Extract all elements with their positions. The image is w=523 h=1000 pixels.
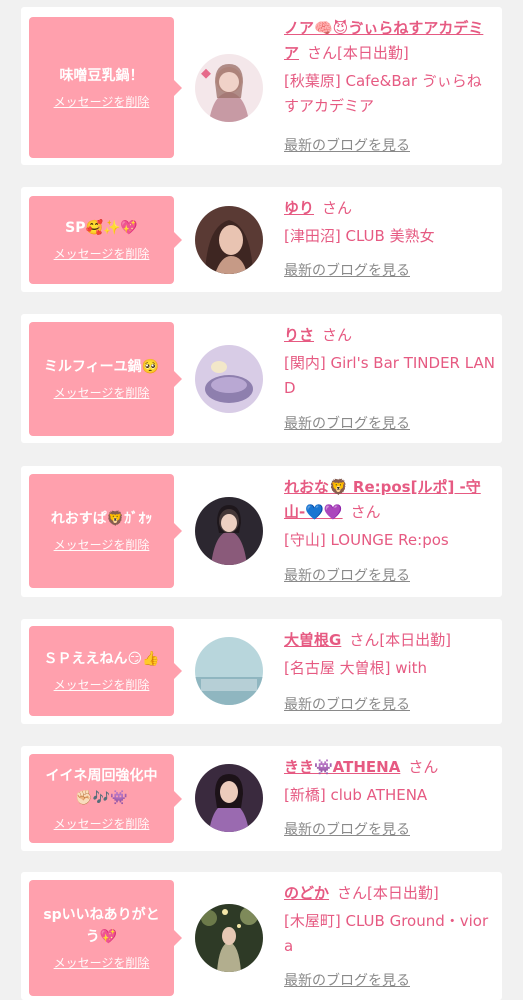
list-item: 味噌豆乳鍋！ メッセージを削除 ノア🧠😈ゔぃらねすアカデミア さん[本日出勤] [… <box>21 7 502 165</box>
avatar-photo <box>195 54 263 122</box>
delete-message-link[interactable]: メッセージを削除 <box>54 384 150 402</box>
message-bubble: れおすぱ🦁ｶﾞｵｯ メッセージを削除 <box>29 474 182 588</box>
message-text: spいいねありがとう💖 <box>43 907 160 945</box>
delete-message-link[interactable]: メッセージを削除 <box>54 93 150 111</box>
honorific: さん <box>349 631 380 649</box>
avatar-photo <box>195 764 263 832</box>
shop-name: [木屋町] CLUB Ground・viora <box>284 912 489 955</box>
list-item: イイネ周回強化中✊🏻🎶👾 メッセージを削除 きき👾ATHENA さん [新橋] c… <box>21 746 502 851</box>
cast-name-link[interactable]: きき👾ATHENA <box>284 758 400 776</box>
shop-name: [関内] Girl's Bar TINDER LAND <box>284 354 495 397</box>
message-bubble: SP🥰✨💖 メッセージを削除 <box>29 196 182 284</box>
latest-blog-link[interactable]: 最新のブログを見る <box>284 820 410 840</box>
latest-blog-link[interactable]: 最新のブログを見る <box>284 136 410 156</box>
latest-blog-link[interactable]: 最新のブログを見る <box>284 695 410 715</box>
message-bubble: イイネ周回強化中✊🏻🎶👾 メッセージを削除 <box>29 754 182 843</box>
work-status: [本日出勤] <box>379 631 452 649</box>
latest-blog-link[interactable]: 最新のブログを見る <box>284 971 410 991</box>
list-item: ＳＰええねん😏👍 メッセージを削除 大曽根G さん[本日出勤] [名古屋 大曽根]… <box>21 619 502 724</box>
list-item: れおすぱ🦁ｶﾞｵｯ メッセージを削除 れおな🦁 Re:pos[ルポ] -守山-💙… <box>21 466 502 597</box>
avatar-photo <box>195 497 263 565</box>
cast-name-link[interactable]: れおな🦁 Re:pos[ルポ] -守山-💙💜 <box>284 478 481 521</box>
cast-name-line: きき👾ATHENA さん <box>284 755 496 780</box>
avatar-photo <box>195 637 263 705</box>
cast-name-link[interactable]: 大曽根G <box>284 631 341 649</box>
delete-message-link[interactable]: メッセージを削除 <box>54 954 150 972</box>
cast-name-line: のどか さん[本日出勤] <box>284 881 496 906</box>
delete-message-link[interactable]: メッセージを削除 <box>54 536 150 554</box>
cast-name-line: れおな🦁 Re:pos[ルポ] -守山-💙💜 さん <box>284 475 496 525</box>
avatar[interactable] <box>195 637 263 705</box>
honorific: さん <box>322 326 353 344</box>
honorific: さん <box>322 199 353 217</box>
shop-name: [秋葉原] Cafe&Bar ゔぃらねすアカデミア <box>284 72 482 115</box>
avatar[interactable] <box>195 497 263 565</box>
cast-info: ノア🧠😈ゔぃらねすアカデミア さん[本日出勤] [秋葉原] Cafe&Bar ゔぃ… <box>284 16 496 119</box>
list-item: spいいねありがとう💖 メッセージを削除 のどか さん[本日出勤] [木屋町] C… <box>21 872 502 1000</box>
cast-name-link[interactable]: りさ <box>284 326 314 344</box>
cast-info: りさ さん [関内] Girl's Bar TINDER LAND <box>284 323 496 401</box>
list-item: SP🥰✨💖 メッセージを削除 ゆり さん [津田沼] CLUB 美熟女 最新のブロ… <box>21 187 502 292</box>
cast-name-link[interactable]: ゆり <box>284 199 314 217</box>
honorific: さん <box>337 884 368 902</box>
shop-name: [新橋] club ATHENA <box>284 786 428 804</box>
cast-name-line: ノア🧠😈ゔぃらねすアカデミア さん[本日出勤] <box>284 16 496 66</box>
avatar-photo <box>195 345 263 413</box>
cast-name-line: りさ さん <box>284 323 496 348</box>
latest-blog-link[interactable]: 最新のブログを見る <box>284 566 410 586</box>
cast-name-line: ゆり さん <box>284 196 496 221</box>
honorific: さん <box>350 503 381 521</box>
message-text: イイネ周回強化中✊🏻🎶👾 <box>45 767 158 806</box>
avatar[interactable] <box>195 345 263 413</box>
work-status: [本日出勤] <box>337 44 409 62</box>
delete-message-link[interactable]: メッセージを削除 <box>54 676 150 694</box>
message-text: SP🥰✨💖 <box>65 220 138 236</box>
list-item: ミルフィーユ鍋🥺 メッセージを削除 りさ さん [関内] Girl's Bar T… <box>21 314 502 443</box>
message-text: ＳＰええねん😏👍 <box>43 651 160 667</box>
avatar[interactable] <box>195 764 263 832</box>
cast-name-line: 大曽根G さん[本日出勤] <box>284 628 496 653</box>
cast-info: れおな🦁 Re:pos[ルポ] -守山-💙💜 さん [守山] LOUNGE Re:… <box>284 475 496 553</box>
message-text: れおすぱ🦁ｶﾞｵｯ <box>50 511 153 527</box>
work-status: [本日出勤] <box>367 884 439 902</box>
cast-info: のどか さん[本日出勤] [木屋町] CLUB Ground・viora <box>284 881 496 959</box>
avatar[interactable] <box>195 54 263 122</box>
avatar-photo <box>195 206 263 274</box>
message-bubble: ミルフィーユ鍋🥺 メッセージを削除 <box>29 322 182 436</box>
message-bubble: spいいねありがとう💖 メッセージを削除 <box>29 880 182 996</box>
delete-message-link[interactable]: メッセージを削除 <box>54 815 150 833</box>
message-bubble: 味噌豆乳鍋！ メッセージを削除 <box>29 17 182 158</box>
latest-blog-link[interactable]: 最新のブログを見る <box>284 261 410 281</box>
latest-blog-link[interactable]: 最新のブログを見る <box>284 414 410 434</box>
message-bubble: ＳＰええねん😏👍 メッセージを削除 <box>29 626 182 716</box>
shop-name: [守山] LOUNGE Re:pos <box>284 531 449 549</box>
shop-name: [名古屋 大曽根] with <box>284 659 428 677</box>
cast-info: ゆり さん [津田沼] CLUB 美熟女 <box>284 196 496 249</box>
shop-name: [津田沼] CLUB 美熟女 <box>284 227 435 245</box>
delete-message-link[interactable]: メッセージを削除 <box>54 245 150 263</box>
cast-info: きき👾ATHENA さん [新橋] club ATHENA <box>284 755 496 808</box>
message-text: ミルフィーユ鍋🥺 <box>43 359 160 375</box>
cast-name-link[interactable]: のどか <box>284 884 329 902</box>
honorific: さん <box>307 44 338 62</box>
avatar[interactable] <box>195 206 263 274</box>
cast-info: 大曽根G さん[本日出勤] [名古屋 大曽根] with <box>284 628 496 681</box>
honorific: さん <box>408 758 439 776</box>
avatar[interactable] <box>195 904 263 972</box>
avatar-photo <box>195 904 263 972</box>
message-text: 味噌豆乳鍋！ <box>59 67 144 84</box>
